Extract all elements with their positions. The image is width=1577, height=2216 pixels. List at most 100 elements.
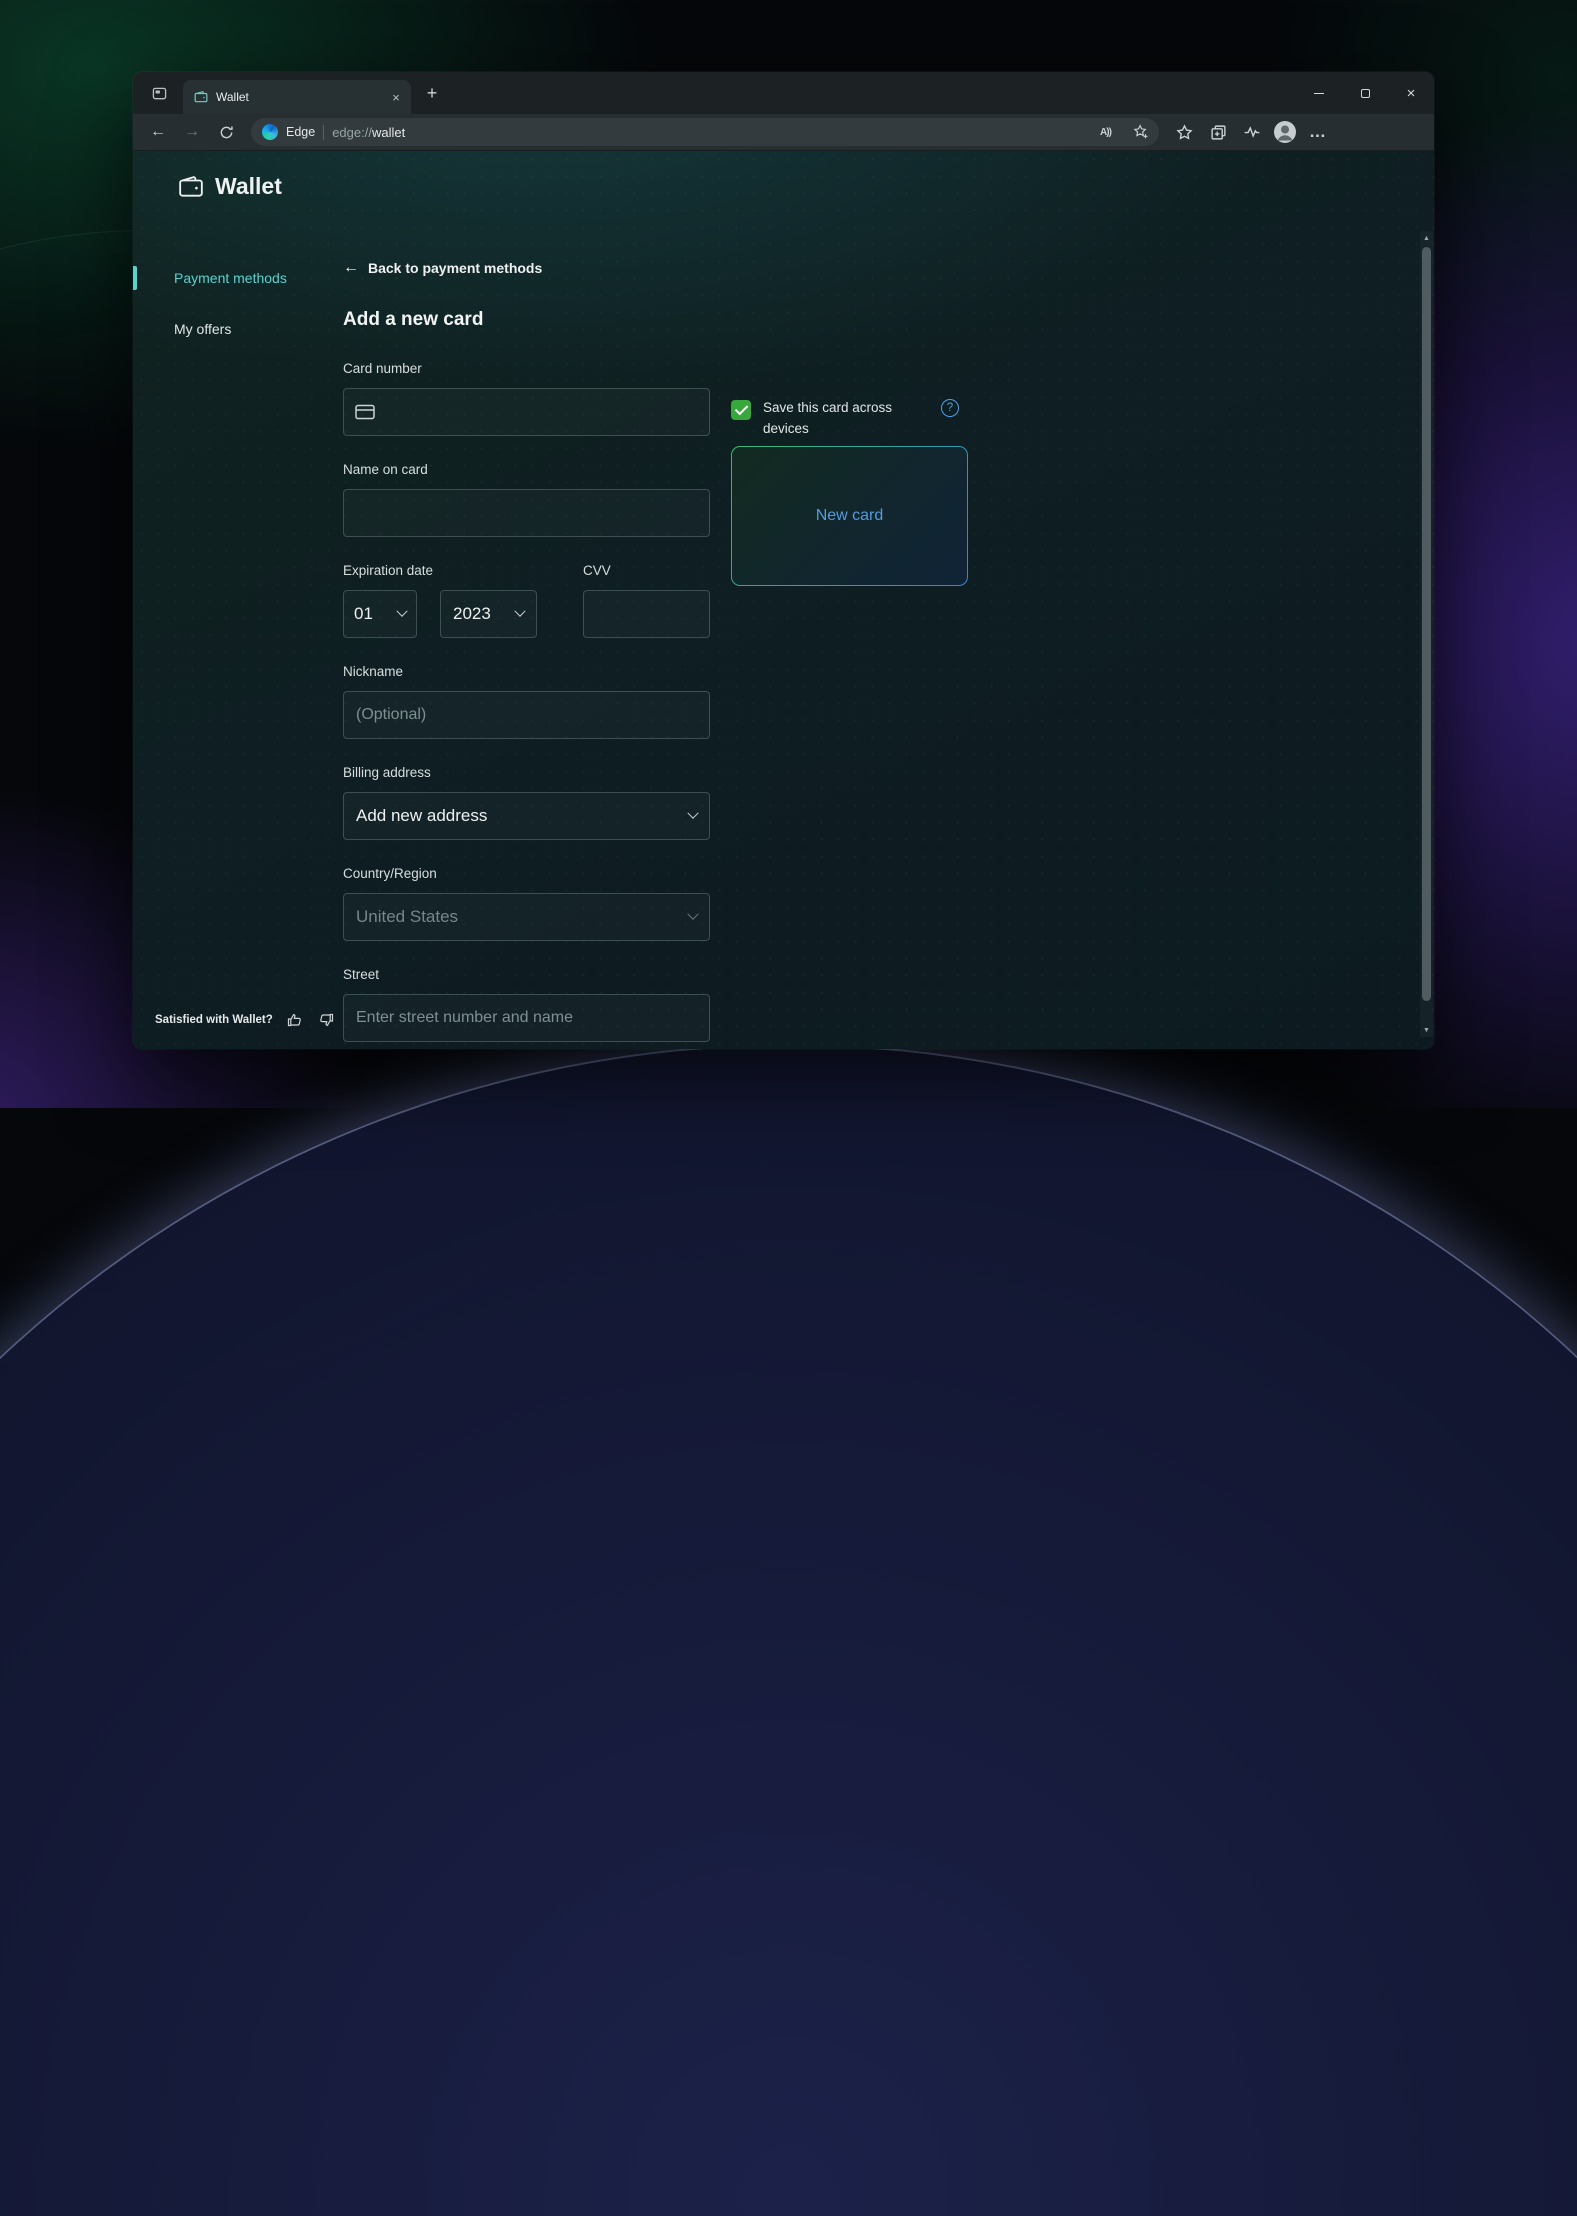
url-host: wallet <box>372 125 405 140</box>
scroll-up-icon[interactable]: ▲ <box>1420 231 1433 245</box>
back-to-payment-methods-link[interactable]: ← Back to payment methods <box>343 257 710 279</box>
chevron-down-icon <box>687 909 698 920</box>
tab-title: Wallet <box>216 90 379 104</box>
url-text: edge://wallet <box>332 125 405 140</box>
country-label: Country/Region <box>343 866 710 884</box>
wallet-favicon-icon <box>194 90 208 104</box>
sidebar-item-my-offers[interactable]: My offers <box>133 314 343 344</box>
thumbs-up-icon[interactable] <box>286 1011 304 1029</box>
card-number-label: Card number <box>343 361 710 379</box>
sidebar-item-label: Payment methods <box>174 270 287 286</box>
nickname-label: Nickname <box>343 664 710 682</box>
page-title: Wallet <box>215 173 282 200</box>
sidebar-item-payment-methods[interactable]: Payment methods <box>133 263 343 293</box>
name-on-card-label: Name on card <box>343 462 710 480</box>
window-minimize-button[interactable] <box>1296 72 1342 114</box>
credit-card-icon <box>355 404 375 420</box>
expiration-year-select[interactable]: 2023 <box>440 590 537 638</box>
address-bar[interactable]: Edge edge://wallet A)) <box>251 118 1159 146</box>
expiration-cvv-group: Expiration date 01 2023 CVV <box>343 563 710 638</box>
card-number-group: Card number <box>343 361 710 436</box>
save-card-label: Save this card across devices <box>763 398 903 440</box>
back-button[interactable]: ← <box>142 118 174 146</box>
scrollbar-track[interactable] <box>1420 245 1433 1023</box>
back-arrow-icon: ← <box>343 259 359 277</box>
feedback-label: Satisfied with Wallet? <box>155 1014 273 1026</box>
favorites-star-icon <box>1176 124 1193 141</box>
new-tab-button[interactable]: + <box>418 79 446 107</box>
chevron-down-icon <box>687 808 698 819</box>
country-select[interactable]: United States <box>343 893 710 941</box>
refresh-icon <box>219 125 234 140</box>
collections-icon <box>1210 124 1227 141</box>
thumbs-down-icon[interactable] <box>317 1011 335 1029</box>
avatar <box>1273 120 1297 144</box>
maximize-icon <box>1361 89 1370 98</box>
sidebar-item-label: My offers <box>174 321 231 337</box>
name-on-card-group: Name on card <box>343 462 710 537</box>
expiration-label: Expiration date <box>343 563 537 581</box>
window-close-button[interactable]: × <box>1388 72 1434 114</box>
new-card-preview: New card <box>731 446 968 586</box>
browser-toolbar: ← → Edge edge://wallet A)) <box>133 114 1434 151</box>
street-input[interactable] <box>343 994 710 1042</box>
card-save-column: Save this card across devices ? New card <box>731 398 1111 586</box>
add-card-form: ← Back to payment methods Add a new card… <box>343 257 710 1049</box>
tab-actions-icon <box>152 86 167 101</box>
address-divider <box>323 125 324 140</box>
street-label: Street <box>343 967 710 985</box>
window-maximize-button[interactable] <box>1342 72 1388 114</box>
tab-bar: Wallet × + × <box>133 72 1434 114</box>
expiration-month-value: 01 <box>354 604 373 624</box>
refresh-button[interactable] <box>210 118 242 146</box>
scrollbar-thumb[interactable] <box>1422 247 1431 1001</box>
browser-window: Wallet × + × ← → Edge edge://wallet A)) <box>133 72 1434 1049</box>
wallet-page: Wallet Payment methods My offers ← Back … <box>133 151 1434 1049</box>
tab-actions-button[interactable] <box>145 79 173 107</box>
edge-site-label: Edge <box>286 125 315 139</box>
save-card-checkbox[interactable] <box>731 400 751 420</box>
feedback-bar: Satisfied with Wallet? <box>155 1011 335 1029</box>
forward-button[interactable]: → <box>176 118 208 146</box>
billing-address-value: Add new address <box>356 806 487 826</box>
chevron-down-icon <box>396 606 407 617</box>
favorites-button[interactable] <box>1168 118 1200 146</box>
chevron-down-icon <box>514 606 525 617</box>
edge-logo-icon <box>262 124 278 140</box>
save-card-row: Save this card across devices ? <box>731 398 991 440</box>
sidebar: Payment methods My offers <box>133 263 343 365</box>
collections-button[interactable] <box>1202 118 1234 146</box>
form-title: Add a new card <box>343 309 710 335</box>
expiration-month-select[interactable]: 01 <box>343 590 417 638</box>
browser-essentials-icon <box>1243 123 1261 141</box>
nickname-group: Nickname <box>343 664 710 739</box>
cvv-label: CVV <box>583 563 710 581</box>
tab-close-icon[interactable]: × <box>387 88 405 106</box>
expiration-group: Expiration date 01 2023 <box>343 563 537 638</box>
expiration-year-value: 2023 <box>453 604 491 624</box>
cvv-input[interactable] <box>583 590 710 638</box>
card-number-input[interactable] <box>343 388 710 436</box>
cvv-group: CVV <box>583 563 710 638</box>
page-scrollbar[interactable]: ▲ ▼ <box>1420 231 1433 1037</box>
url-scheme: edge:// <box>332 125 372 140</box>
browser-tab-wallet[interactable]: Wallet × <box>183 80 411 114</box>
name-on-card-input[interactable] <box>343 489 710 537</box>
scroll-down-icon[interactable]: ▼ <box>1420 1023 1433 1037</box>
billing-address-label: Billing address <box>343 765 710 783</box>
nickname-input[interactable] <box>343 691 710 739</box>
billing-address-select[interactable]: Add new address <box>343 792 710 840</box>
settings-and-more-button[interactable]: … <box>1302 118 1334 146</box>
back-link-label: Back to payment methods <box>368 260 542 276</box>
wallet-icon <box>178 174 204 200</box>
window-controls: × <box>1296 72 1434 114</box>
minimize-icon <box>1314 93 1324 94</box>
read-aloud-button[interactable]: A)) <box>1092 119 1119 145</box>
billing-address-group: Billing address Add new address <box>343 765 710 840</box>
profile-button[interactable] <box>1270 118 1300 146</box>
page-header: Wallet <box>178 173 282 200</box>
help-icon[interactable]: ? <box>941 399 959 417</box>
add-favorite-button[interactable] <box>1127 119 1154 145</box>
browser-essentials-button[interactable] <box>1236 118 1268 146</box>
country-value: United States <box>356 907 458 927</box>
